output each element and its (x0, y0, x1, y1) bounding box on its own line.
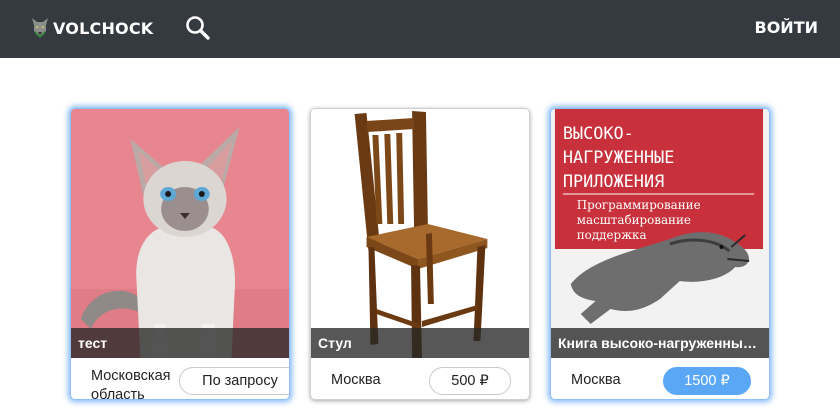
wolf-logo-icon (32, 18, 48, 38)
listing-image: ВЫСОКО- НАГРУЖЕННЫЕ ПРИЛОЖЕНИЯ Программи… (551, 109, 769, 358)
listing-city: Москва (571, 372, 621, 388)
book-cover-subtitle-line: масштабирование (577, 213, 691, 227)
search-icon[interactable] (184, 14, 212, 42)
navbar: VOLCHOCK ВОЙТИ (0, 0, 840, 58)
listing-title: тест (71, 328, 289, 358)
book-cover-subtitle-line: Программирование (577, 198, 701, 212)
listing-image (71, 109, 289, 358)
login-button[interactable]: ВОЙТИ (755, 18, 819, 37)
listing-card[interactable]: тест Московская область По запросу (70, 108, 290, 400)
brand-link[interactable]: VOLCHOCK (31, 17, 153, 39)
price-button[interactable]: 500 ₽ (429, 367, 511, 395)
book-cover-title-line: ВЫСОКО- (563, 123, 634, 143)
price-button[interactable]: По запросу (179, 367, 289, 395)
book-cover-title-line: ПРИЛОЖЕНИЯ (563, 171, 664, 191)
listing-image (311, 109, 529, 358)
book-cover-title-line: НАГРУЖЕННЫЕ (563, 147, 674, 167)
listing-city: Москва (331, 372, 381, 388)
book-cover-subtitle-line: поддержка (577, 228, 647, 242)
listing-card[interactable]: ВЫСОКО- НАГРУЖЕННЫЕ ПРИЛОЖЕНИЯ Программи… (550, 108, 770, 400)
brand-name: VOLCHOCK (53, 18, 154, 38)
listing-card[interactable]: Стул Москва 500 ₽ (310, 108, 530, 400)
listing-title: Стул (311, 328, 529, 358)
listing-city: Московская область (91, 368, 171, 400)
listing-title: Книга высоко-нагруженные приложения (551, 328, 769, 358)
price-button[interactable]: 1500 ₽ (663, 367, 751, 395)
